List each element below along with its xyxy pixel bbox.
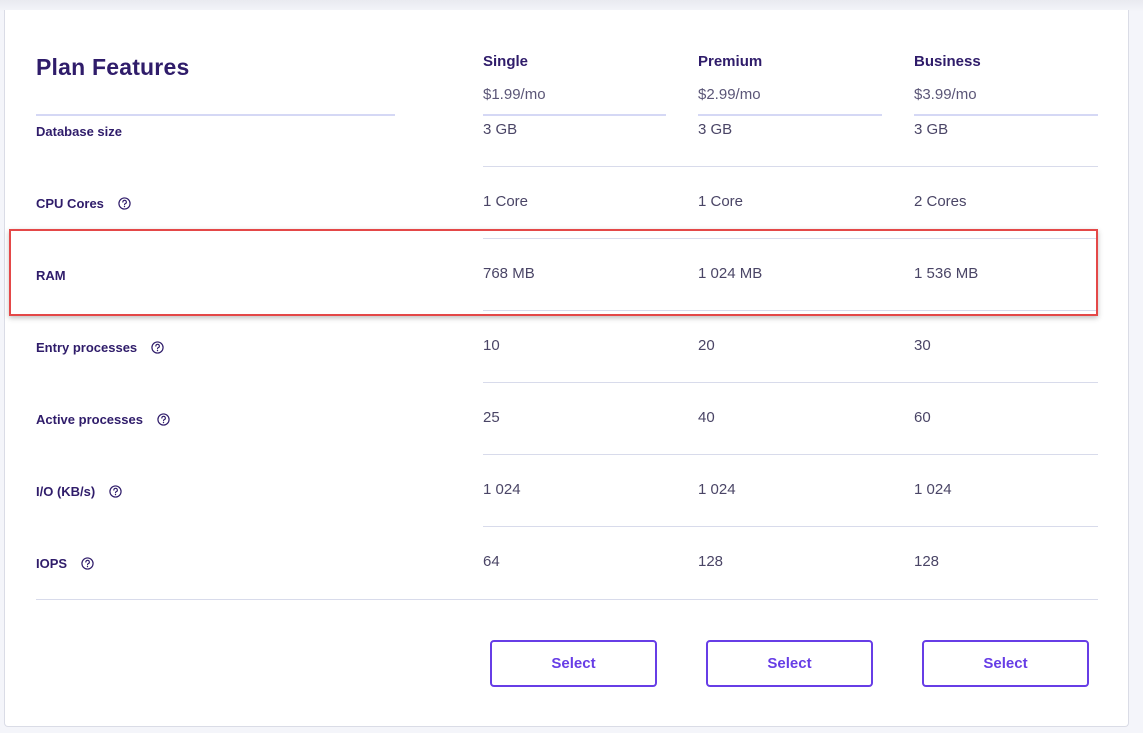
cell-active-processes-business: 60	[914, 409, 931, 426]
row-label-database-size: Database size	[36, 123, 122, 139]
row-label-io: I/O (KB/s)	[36, 481, 122, 501]
plan-name-premium: Premium	[698, 53, 763, 70]
question-circle-icon[interactable]	[109, 484, 122, 498]
row-divider	[483, 310, 1098, 311]
cell-database-size-single: 3 GB	[483, 121, 518, 138]
cell-ram-business: 1 536 MB	[914, 265, 979, 282]
plan-features-card	[4, 10, 1129, 727]
question-circle-icon[interactable]	[118, 196, 131, 210]
cell-cpu-cores-business: 2 Cores	[914, 193, 967, 210]
row-label-cpu-cores: CPU Cores	[36, 193, 131, 213]
question-circle-icon[interactable]	[81, 556, 94, 570]
page-title: Plan Features	[36, 54, 190, 80]
header-divider-single	[483, 114, 666, 116]
row-label-active-processes: Active processes	[36, 409, 170, 429]
row-divider	[483, 454, 1098, 455]
row-divider	[483, 382, 1098, 383]
cell-io-single: 1 024	[483, 481, 521, 498]
cell-entry-processes-premium: 20	[698, 337, 715, 354]
cell-active-processes-single: 25	[483, 409, 500, 426]
select-business-button[interactable]: Select	[922, 640, 1089, 687]
cell-io-premium: 1 024	[698, 481, 736, 498]
cell-iops-premium: 128	[698, 553, 724, 570]
cell-iops-business: 128	[914, 553, 940, 570]
row-divider	[483, 166, 1098, 167]
cell-entry-processes-business: 30	[914, 337, 931, 354]
cell-active-processes-premium: 40	[698, 409, 715, 426]
cell-ram-single: 768 MB	[483, 265, 535, 282]
header-divider-features	[36, 114, 395, 116]
row-label-iops: IOPS	[36, 553, 94, 573]
plan-name-single: Single	[483, 53, 529, 70]
plan-price-single: $1.99/mo	[483, 86, 546, 103]
cell-ram-premium: 1 024 MB	[698, 265, 763, 282]
table-bottom-divider	[36, 599, 1098, 600]
row-label-entry-processes: Entry processes	[36, 337, 164, 357]
cell-iops-single: 64	[483, 553, 500, 570]
cell-cpu-cores-premium: 1 Core	[698, 193, 744, 210]
plan-price-business: $3.99/mo	[914, 86, 977, 103]
cell-io-business: 1 024	[914, 481, 952, 498]
cell-entry-processes-single: 10	[483, 337, 500, 354]
select-single-button[interactable]: Select	[490, 640, 657, 687]
select-premium-button[interactable]: Select	[706, 640, 873, 687]
row-label-ram: RAM	[36, 267, 66, 283]
cell-cpu-cores-single: 1 Core	[483, 193, 529, 210]
row-divider	[483, 526, 1098, 527]
header-divider-premium	[698, 114, 882, 116]
row-divider	[483, 238, 1098, 239]
plan-name-business: Business	[914, 53, 981, 70]
question-circle-icon[interactable]	[157, 412, 170, 426]
cell-database-size-premium: 3 GB	[698, 121, 733, 138]
question-circle-icon[interactable]	[151, 340, 164, 354]
cell-database-size-business: 3 GB	[914, 121, 949, 138]
plan-price-premium: $2.99/mo	[698, 86, 761, 103]
header-divider-business	[914, 114, 1098, 116]
